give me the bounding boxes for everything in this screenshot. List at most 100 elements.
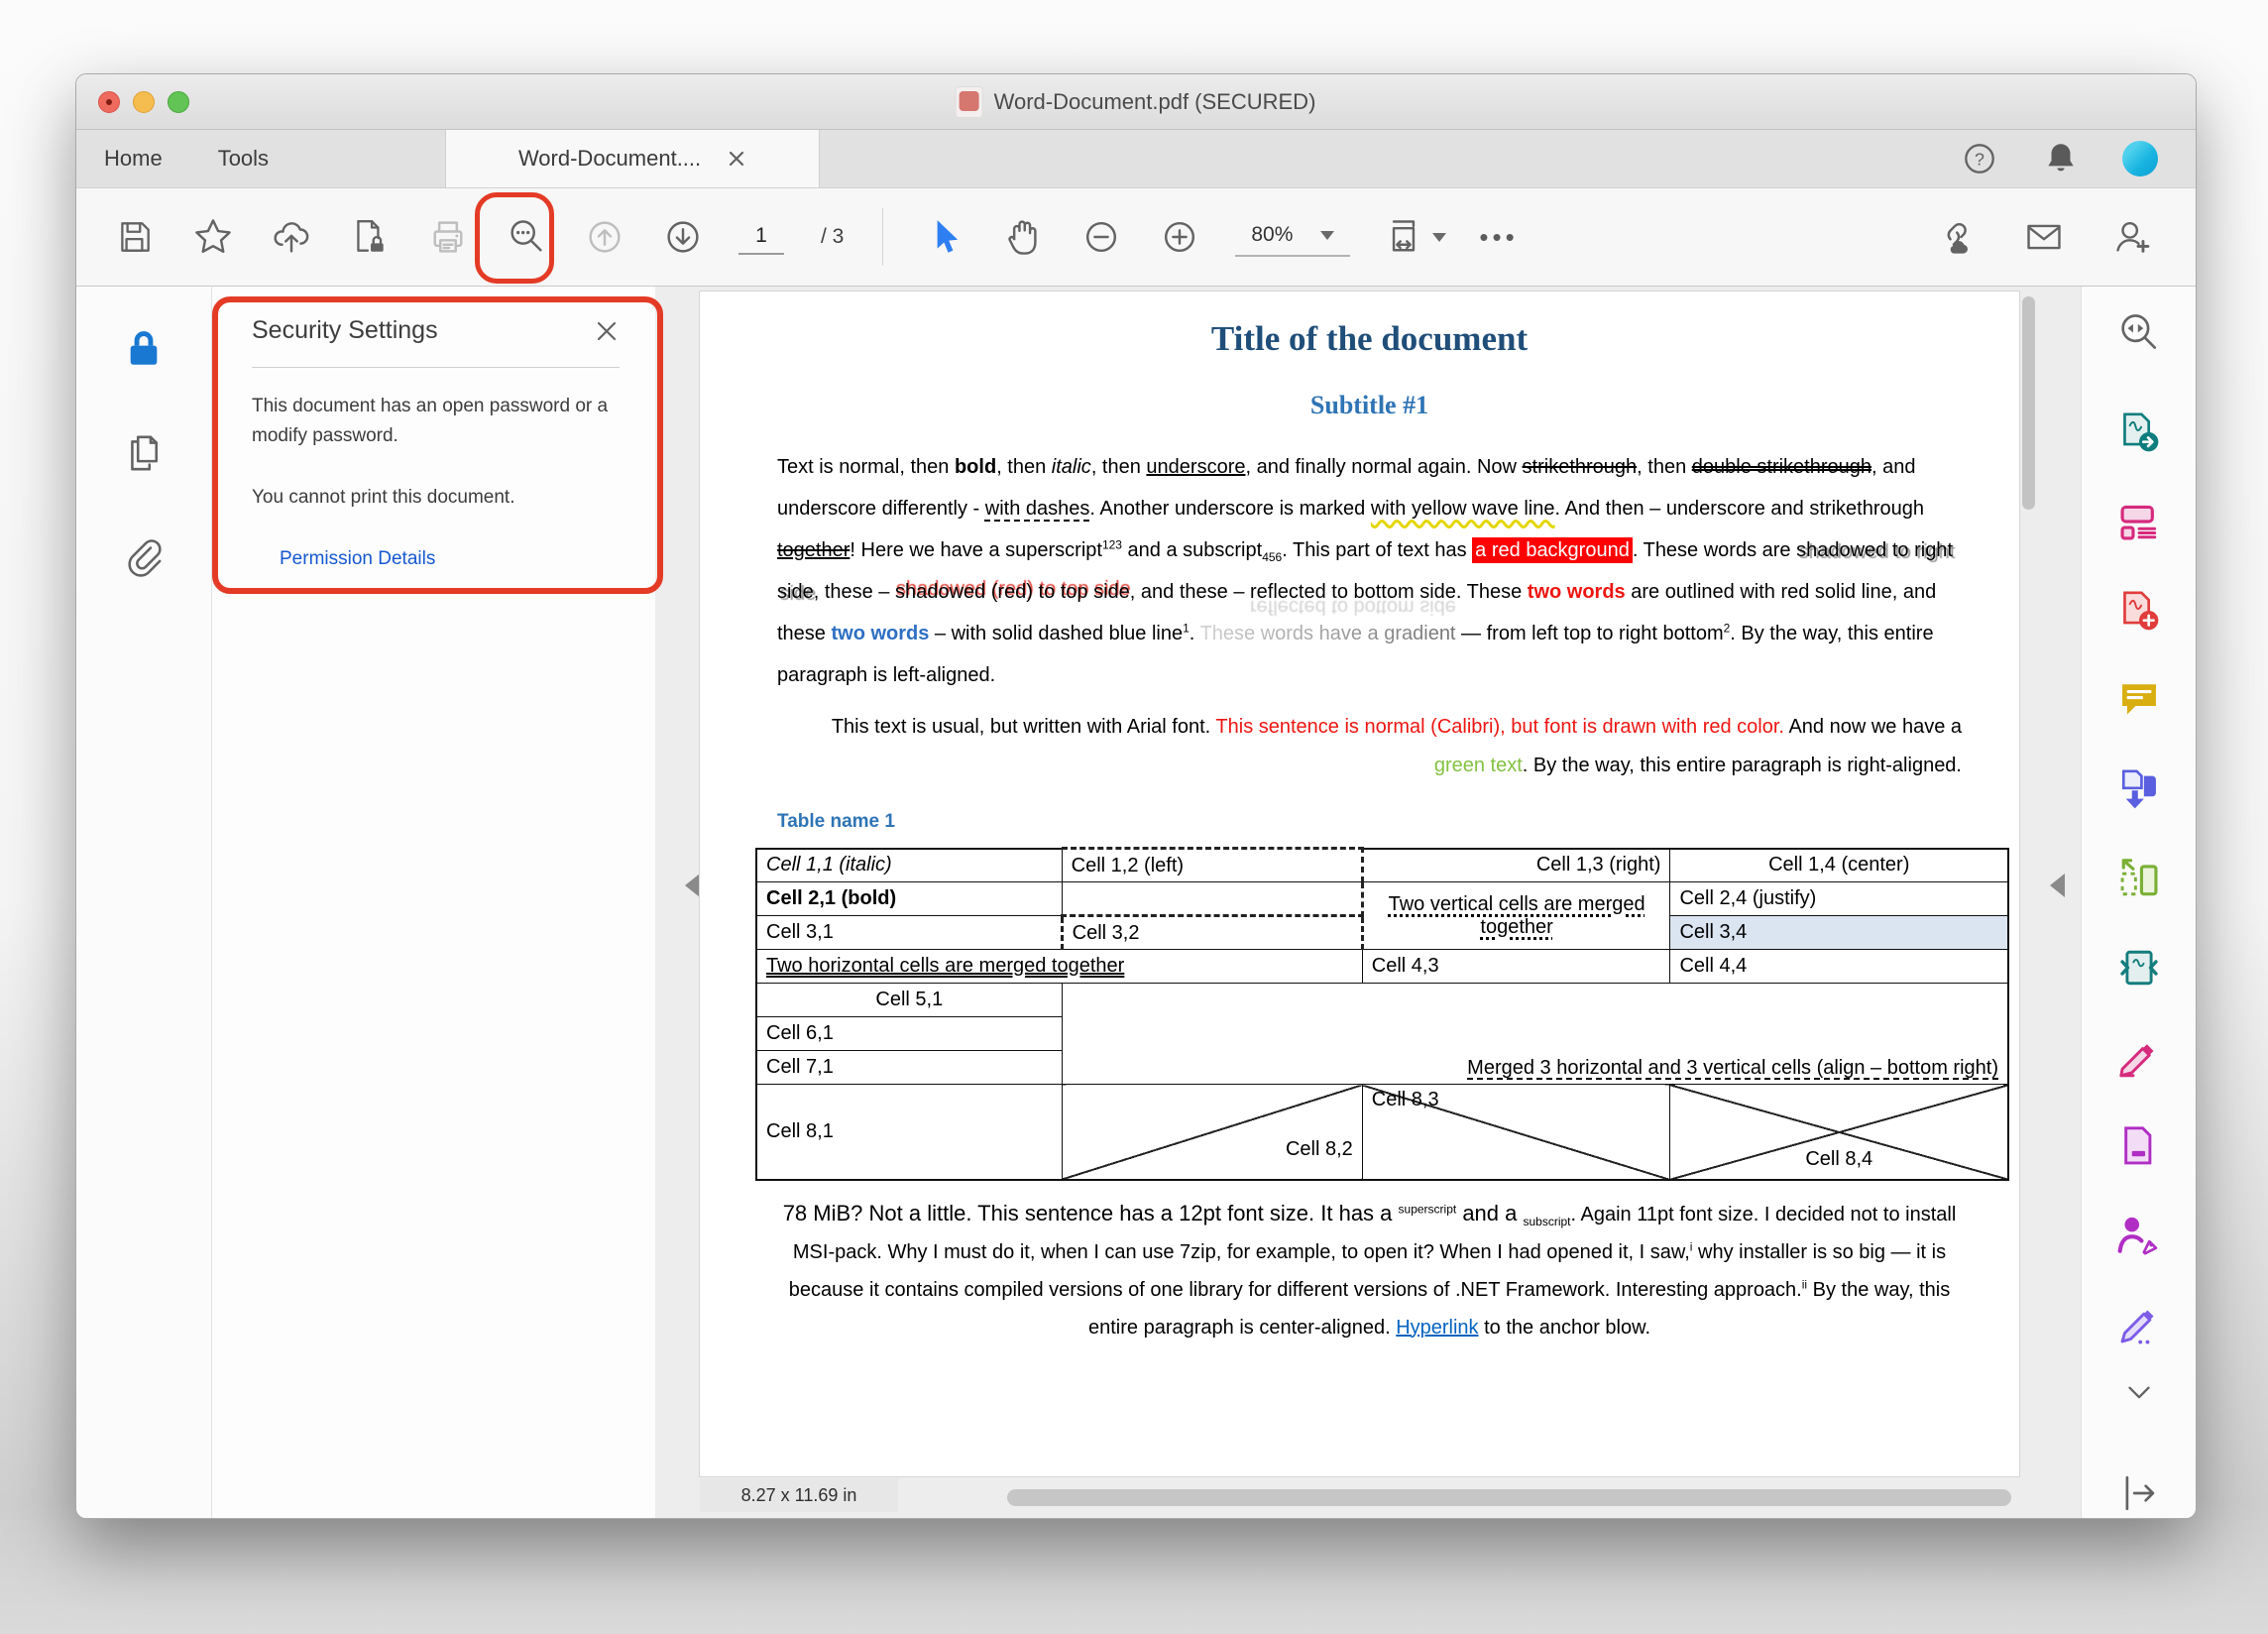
email-button[interactable] [2021,209,2067,265]
paragraph-fonts-demo: This text is usual, but written with Ari… [777,708,1962,785]
more-tools-button[interactable] [2112,1298,2166,1351]
print-button[interactable] [425,209,471,265]
create-pdf-button[interactable] [2112,584,2166,638]
text-run: , and finally normal again. Now [1245,456,1522,478]
organize-pages-button[interactable] [2112,852,2166,905]
hand-tool-button[interactable] [1000,209,1046,265]
table-cell-3-4: Cell 3,4 [1670,916,2008,950]
text-run: , then [1637,456,1692,478]
text-run: 78 MiB? Not a little. This sentence has … [783,1201,1399,1226]
text-run: ! Here we have a superscript [850,539,1102,561]
email-icon [2023,216,2065,258]
redact-button[interactable] [2112,1119,2166,1173]
window-title: Word-Document.pdf (SECURED) [994,89,1316,115]
search-icon [506,216,547,258]
document-title: Title of the document [777,319,1962,359]
horizontal-scrollbar[interactable] [1007,1489,2011,1506]
text-run: and a subscript [1122,539,1262,561]
text-run: strikethrough [1523,456,1638,478]
close-window-button[interactable] [98,91,120,113]
attachment-paperclip-icon [122,536,166,580]
page-size-badge: 8.27 x 11.69 in [700,1478,898,1512]
page-up-icon [584,216,625,258]
share-link-button[interactable] [1932,209,1978,265]
star-icon [192,216,234,258]
attachments-button[interactable] [120,534,168,582]
chevron-down-icon [1320,231,1334,240]
select-tool-button[interactable] [922,209,967,265]
merged-cell-text: Two vertical cells are merged together [1389,893,1645,938]
page-number-input[interactable] [738,219,784,255]
hyperlink[interactable]: Hyperlink [1396,1317,1478,1339]
cloud-upload-button[interactable] [269,209,314,265]
save-button[interactable] [112,209,158,265]
table-cell-4-4: Cell 4,4 [1670,950,2008,984]
compress-pdf-icon [2116,945,2162,991]
pages-copy-icon [122,431,166,475]
text-run: , these – [814,581,895,603]
vertical-scrollbar[interactable] [2022,296,2035,510]
next-page-button[interactable] [660,209,706,265]
app-window: Word-Document.pdf (SECURED) Home Tools W… [75,73,2197,1519]
page-down-icon [662,216,704,258]
open-tools-panel-button[interactable] [2112,1466,2166,1519]
cloud-upload-icon [271,216,312,258]
more-tools-ellipsis[interactable]: ••• [1479,222,1518,253]
more-tools-pencil-icon [2116,1302,2162,1347]
merged-cell-text: Merged 3 horizontal and 3 vertical cells… [1467,1057,1998,1079]
fill-sign-button[interactable] [2112,1030,2166,1084]
minimize-window-button[interactable] [133,91,155,113]
collapse-tools-arrow-icon[interactable] [2050,874,2065,897]
table-caption: Table name 1 [777,811,1962,833]
comment-button[interactable] [2112,673,2166,727]
compress-pdf-button[interactable] [2112,941,2166,994]
export-pdf-button[interactable] [2112,406,2166,459]
permission-details-link[interactable]: Permission Details [280,548,435,570]
search-document-button[interactable] [2112,306,2166,360]
text-run: These words have a gradient [1200,623,1456,644]
text-run: . These words are [1633,539,1796,561]
zoom-level-dropdown[interactable]: 80% [1235,217,1350,257]
text-run: 123 [1102,537,1122,551]
help-icon[interactable]: ? [1960,139,1999,178]
search-button[interactable] [504,209,549,265]
combine-files-button[interactable] [2112,762,2166,816]
tab-tools[interactable]: Tools [190,130,296,187]
page-security-button[interactable] [347,209,393,265]
table-row: Two horizontal cells are merged together… [756,950,2008,984]
text-run: shadowed (red) to top side [895,581,1130,603]
tab-document[interactable]: Word-Document.... [445,130,820,187]
comment-icon [2116,677,2162,723]
edit-pdf-button[interactable] [2112,495,2166,548]
tab-close-icon[interactable] [727,149,746,169]
panel-body-text-2: You cannot print this document. [252,483,640,513]
page-thumbnails-button[interactable] [120,429,168,477]
user-avatar[interactable] [2122,141,2158,176]
panel-close-icon[interactable] [594,318,620,344]
previous-page-button[interactable] [582,209,627,265]
tab-home[interactable]: Home [76,130,190,187]
add-person-button[interactable] [2110,209,2156,265]
request-signatures-button[interactable] [2112,1209,2166,1262]
text-run: — from left top to right bottom [1456,623,1724,644]
zoom-in-button[interactable] [1157,209,1202,265]
table-cell-8-4: Cell 8,4 [1670,1085,2008,1180]
toolbar-divider [882,208,883,266]
right-tools-rail [2081,287,2196,1518]
text-run: reflected to bottom sidereflected to bot… [1250,571,1456,613]
tab-tools-label: Tools [218,146,269,172]
table-row: Cell 5,1 Merged 3 horizontal and 3 verti… [756,984,2008,1017]
security-settings-button[interactable] [120,324,168,372]
combine-files-icon [2116,766,2162,812]
zoom-window-button[interactable] [168,91,189,113]
zoom-out-button[interactable] [1078,209,1124,265]
table-row: Cell 1,1 (italic) Cell 1,2 (left) Cell 1… [756,849,2008,882]
text-run: . [1190,623,1200,644]
expand-tools-button[interactable] [2112,1367,2166,1421]
notifications-bell-icon[interactable] [2041,139,2081,178]
collapse-panel-arrow-icon[interactable] [685,874,700,897]
star-button[interactable] [190,209,236,265]
text-run: with dashes [985,498,1090,520]
traffic-lights [98,91,189,113]
fit-width-dropdown[interactable] [1383,216,1446,258]
